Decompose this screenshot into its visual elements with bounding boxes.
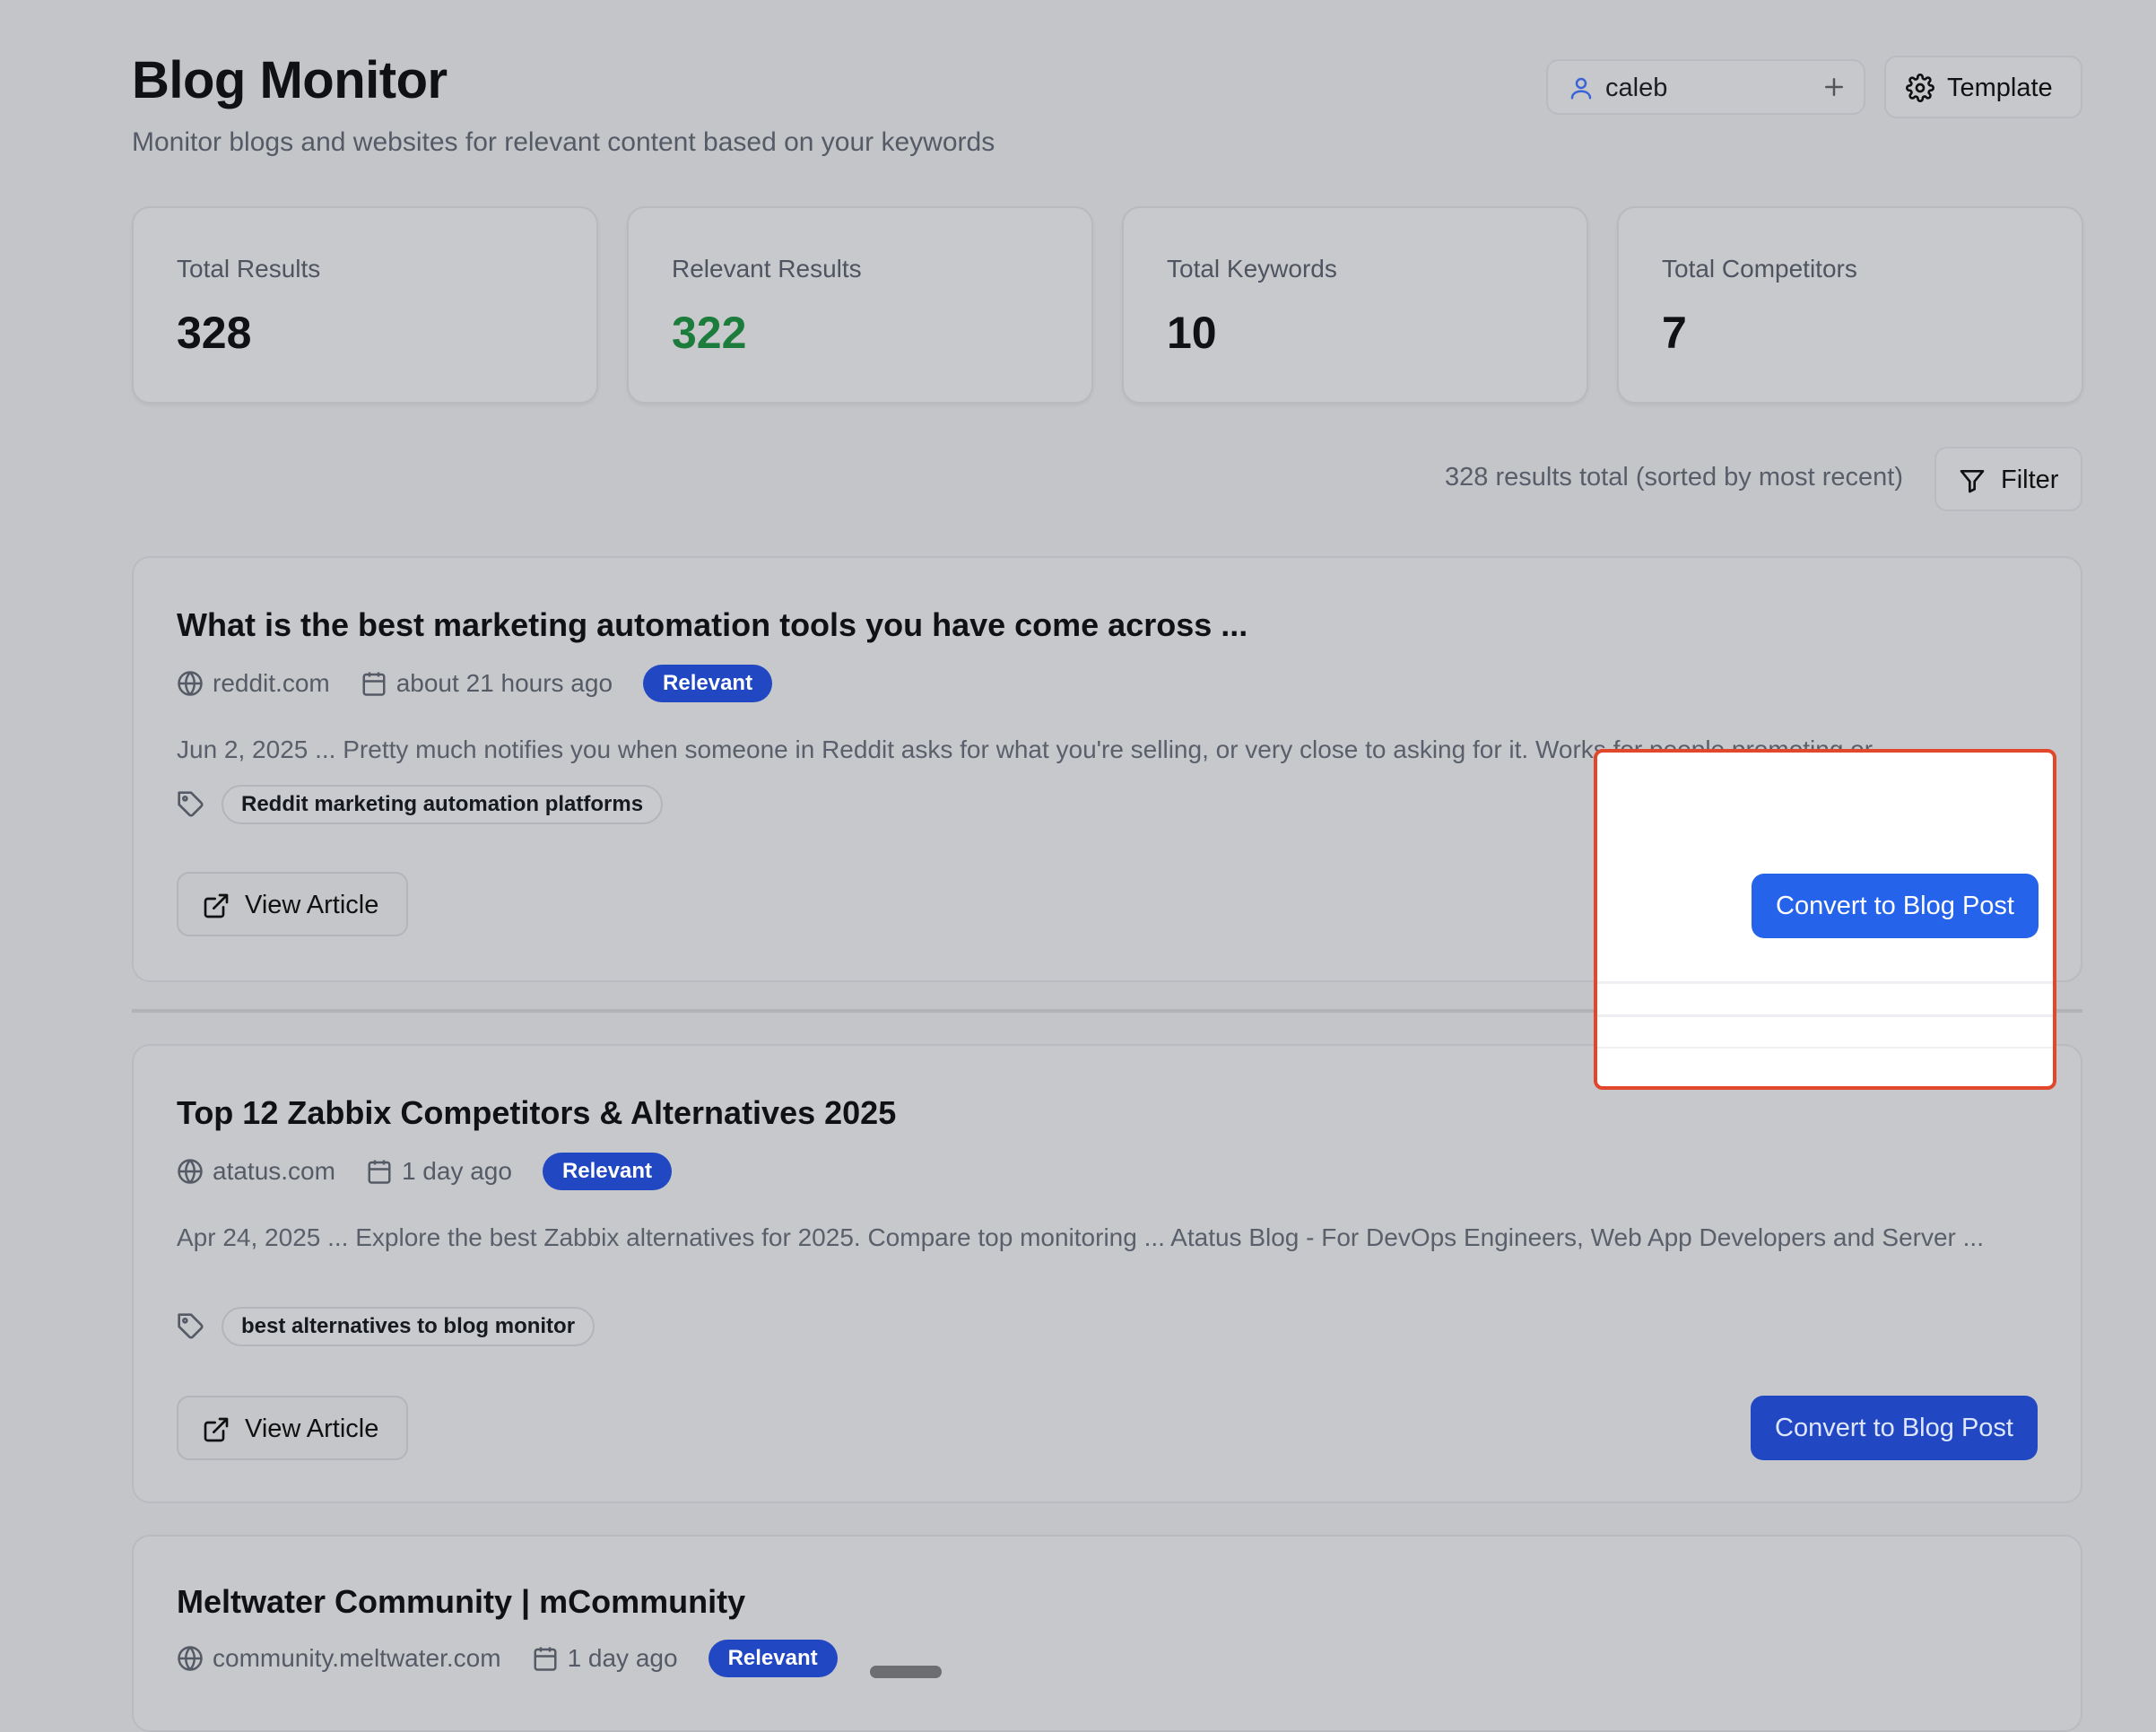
stat-label: Total Competitors: [1662, 255, 1857, 283]
stat-value: 7: [1662, 308, 1687, 358]
result-meta: reddit.com about 21 hours ago Relevant: [177, 664, 773, 703]
calendar-icon: [534, 1647, 557, 1671]
tag-icon: [178, 1313, 204, 1339]
calendar-icon: [362, 672, 386, 696]
stat-total-competitors: Total Competitors 7: [1617, 206, 2083, 404]
highlight-divider: [1597, 1014, 2053, 1017]
globe-icon: [178, 1159, 203, 1184]
user-selector[interactable]: caleb: [1546, 59, 1865, 115]
view-article-label: View Article: [245, 891, 379, 919]
result-meta: community.meltwater.com 1 day ago Releva…: [177, 1639, 838, 1678]
result-time: 1 day ago: [401, 1157, 512, 1185]
result-title[interactable]: Top 12 Zabbix Competitors & Alternatives…: [177, 1094, 896, 1132]
convert-to-blog-post-button[interactable]: Convert to Blog Post: [1751, 1396, 2038, 1460]
tag-icon: [178, 791, 204, 817]
filter-button[interactable]: Filter: [1934, 447, 2082, 511]
page-title: Blog Monitor: [132, 51, 448, 109]
user-name: caleb: [1605, 74, 1668, 102]
filter-label: Filter: [2001, 466, 2059, 494]
plus-icon[interactable]: [1821, 74, 1847, 100]
stat-value: 328: [177, 308, 252, 358]
filter-icon: [1960, 470, 1985, 493]
stat-value: 10: [1167, 308, 1217, 358]
result-time: 1 day ago: [567, 1644, 678, 1672]
relevant-badge: Relevant: [643, 665, 773, 702]
highlight-divider: [1597, 981, 2053, 984]
page-header: Blog Monitor Monitor blogs and websites …: [132, 50, 2082, 167]
keyword-tag: best alternatives to blog monitor: [222, 1307, 596, 1346]
globe-icon: [178, 671, 203, 696]
result-tags: best alternatives to blog monitor: [177, 1306, 596, 1347]
scroll-indicator[interactable]: [870, 1666, 942, 1678]
stat-total-results: Total Results 328: [132, 206, 598, 404]
convert-to-blog-post-button[interactable]: Convert to Blog Post: [1752, 874, 2039, 938]
user-icon: [1570, 77, 1592, 100]
highlight-divider: [1597, 1047, 2053, 1049]
template-label: Template: [1947, 74, 2053, 102]
stat-label: Total Results: [177, 255, 321, 283]
result-title[interactable]: What is the best marketing automation to…: [177, 606, 1248, 644]
result-snippet: Apr 24, 2025 ... Explore the best Zabbix…: [177, 1223, 1984, 1251]
external-link-icon: [204, 893, 229, 918]
result-source: community.meltwater.com: [213, 1644, 501, 1672]
result-tags: Reddit marketing automation platforms: [177, 784, 664, 825]
keyword-tag: Reddit marketing automation platforms: [222, 785, 664, 824]
highlight-box: Convert to Blog Post: [1594, 749, 2056, 1090]
result-source: atatus.com: [213, 1157, 335, 1185]
view-article-button[interactable]: View Article: [177, 1396, 408, 1460]
external-link-icon: [204, 1417, 229, 1442]
result-title[interactable]: Meltwater Community | mCommunity: [177, 1583, 745, 1621]
stat-label: Relevant Results: [672, 255, 862, 283]
stat-total-keywords: Total Keywords 10: [1122, 206, 1588, 404]
results-summary: 328 results total (sorted by most recent…: [1445, 463, 1903, 492]
result-meta: atatus.com 1 day ago Relevant: [177, 1152, 672, 1191]
globe-icon: [178, 1646, 203, 1671]
relevant-badge: Relevant: [708, 1640, 838, 1677]
template-button[interactable]: Template: [1884, 56, 2082, 118]
stat-relevant-results: Relevant Results 322: [627, 206, 1093, 404]
result-card: Meltwater Community | mCommunity communi…: [132, 1535, 2082, 1732]
page-subtitle: Monitor blogs and websites for relevant …: [132, 127, 995, 157]
result-source: reddit.com: [213, 669, 330, 697]
stat-value: 322: [672, 308, 747, 358]
view-article-button[interactable]: View Article: [177, 872, 408, 936]
calendar-icon: [368, 1160, 391, 1184]
result-time: about 21 hours ago: [396, 669, 613, 697]
stat-label: Total Keywords: [1167, 255, 1337, 283]
result-card: Top 12 Zabbix Competitors & Alternatives…: [132, 1044, 2082, 1503]
view-article-label: View Article: [245, 1414, 379, 1443]
gear-icon: [1906, 74, 1934, 102]
relevant-badge: Relevant: [542, 1153, 672, 1190]
